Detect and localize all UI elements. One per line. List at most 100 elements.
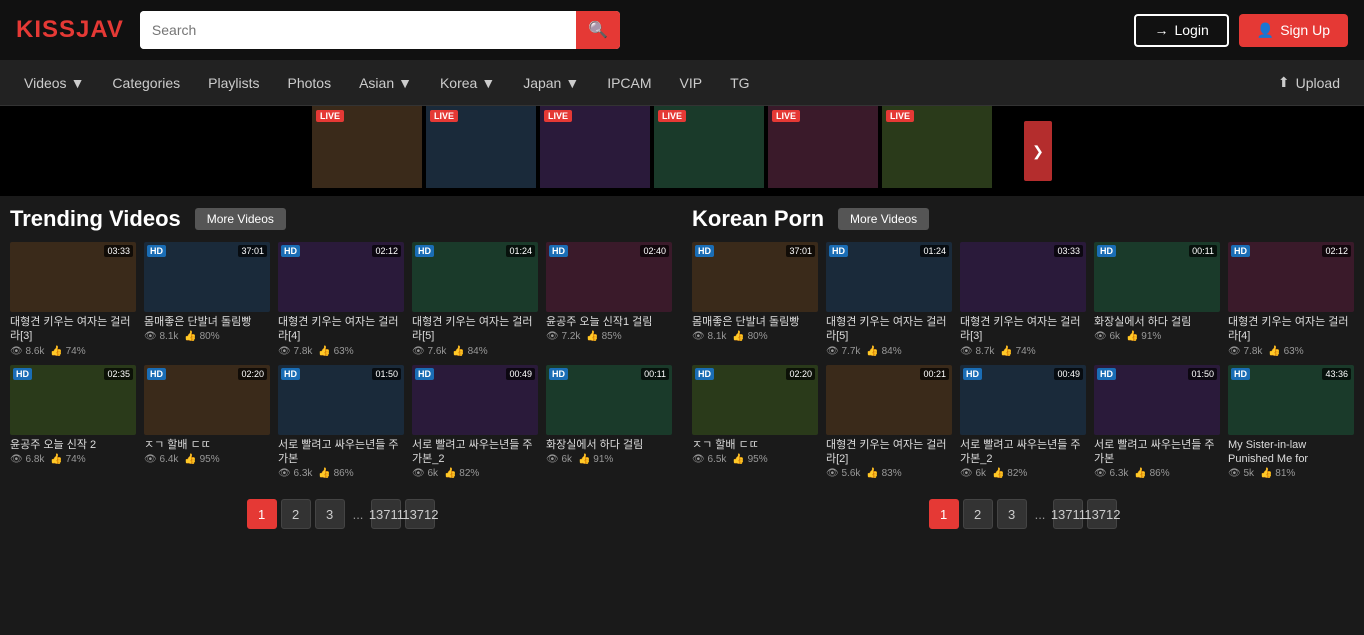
video-card[interactable]: HD 02:12 대형견 키우는 여자는 걸러라[4] 👁 7.8k 👍 63% (278, 242, 404, 357)
video-meta: 👁 5k 👍 81% (1228, 468, 1354, 479)
like-rate: 👍 81% (1260, 468, 1295, 479)
video-card[interactable]: HD 02:12 대형견 키우는 여자는 걸러라[4] 👁 7.8k 👍 63% (1228, 242, 1354, 357)
banner-thumb-4[interactable]: LIVE (654, 106, 764, 188)
login-label: Login (1174, 22, 1208, 38)
video-card[interactable]: HD 02:20 ㅈㄱ 할배 ㄷㄸ 👁 6.5k 👍 95% (692, 365, 818, 480)
nav-item-photos[interactable]: Photos (273, 60, 345, 106)
duration-badge: 02:20 (786, 368, 815, 380)
page-button[interactable]: 1 (247, 499, 277, 529)
search-input[interactable] (140, 11, 576, 49)
logo-jav: JAV (76, 16, 124, 43)
page-button[interactable]: 2 (963, 499, 993, 529)
banner-thumb-6[interactable]: LIVE (882, 106, 992, 188)
video-card[interactable]: HD 37:01 몸매좋은 단발녀 돌림빵 👁 8.1k 👍 80% (144, 242, 270, 357)
banner-thumb-2[interactable]: LIVE (426, 106, 536, 188)
video-card[interactable]: 03:33 대형견 키우는 여자는 걸러라[3] 👁 8.7k 👍 74% (960, 242, 1086, 357)
view-count: 👁 6k (412, 468, 438, 479)
video-title: 화장실에서 하다 걸림 (546, 438, 672, 452)
view-count: 👁 6.8k (10, 454, 44, 465)
video-card[interactable]: HD 02:20 ㅈㄱ 할배 ㄷㄸ 👁 6.4k 👍 95% (144, 365, 270, 480)
like-rate: 👍 95% (732, 454, 767, 465)
video-title: 몸매좋은 단발녀 돌림빵 (692, 315, 818, 329)
hd-badge: HD (281, 245, 300, 257)
nav-item-japan[interactable]: Japan ▼ (509, 60, 593, 106)
page-button[interactable]: 13712 (405, 499, 435, 529)
video-card[interactable]: HD 00:49 서로 빨려고 싸우는년들 주가본_2 👁 6k 👍 82% (960, 365, 1086, 480)
view-count: 👁 6k (1094, 331, 1120, 342)
banner-thumb-5[interactable]: LIVE (768, 106, 878, 188)
video-card[interactable]: HD 01:50 서로 빨려고 싸우는년들 주가본 👁 6.3k 👍 86% (1094, 365, 1220, 480)
duration-badge: 03:33 (1054, 245, 1083, 257)
hd-badge: HD (549, 368, 568, 380)
video-meta: 👁 5.6k 👍 83% (826, 468, 952, 479)
video-card[interactable]: HD 37:01 몸매좋은 단발녀 돌림빵 👁 8.1k 👍 80% (692, 242, 818, 357)
trending-more-button[interactable]: More Videos (195, 208, 286, 230)
page-button[interactable]: 2 (281, 499, 311, 529)
video-title: 대형견 키우는 여자는 걸러라[4] (1228, 315, 1354, 344)
video-card[interactable]: HD 00:11 화장실에서 하다 걸림 👁 6k 👍 91% (1094, 242, 1220, 357)
page-button[interactable]: 1 (929, 499, 959, 529)
upload-button[interactable]: ⬆ Upload (1264, 74, 1354, 91)
view-count: 👁 6.3k (1094, 468, 1128, 479)
logo-kiss: KISS (16, 16, 76, 43)
video-title: 서로 빨려고 싸우는년들 주가본_2 (960, 438, 1086, 467)
login-button[interactable]: → Login (1134, 14, 1228, 47)
video-card[interactable]: HD 01:50 서로 빨려고 싸우는년들 주가본 👁 6.3k 👍 86% (278, 365, 404, 480)
live-badge: LIVE (430, 110, 458, 122)
chevron-down-icon: ▼ (565, 75, 579, 91)
video-title: 대형견 키우는 여자는 걸러라[3] (960, 315, 1086, 344)
korean-title: Korean Porn (692, 206, 824, 232)
nav-item-categories[interactable]: Categories (98, 60, 194, 106)
video-card[interactable]: HD 43:36 My Sister-in-law Punished Me fo… (1228, 365, 1354, 480)
header: KISSJAV 🔍 → Login 👤 Sign Up (0, 0, 1364, 60)
video-card[interactable]: HD 02:35 윤공주 오늘 신작 2 👁 6.8k 👍 74% (10, 365, 136, 480)
view-count: 👁 7.7k (826, 346, 860, 357)
nav-item-playlists[interactable]: Playlists (194, 60, 273, 106)
korean-grid: HD 37:01 몸매좋은 단발녀 돌림빵 👁 8.1k 👍 80% HD 01… (692, 242, 1354, 479)
page-button[interactable]: 13711 (1053, 499, 1083, 529)
upload-icon: ⬆ (1278, 74, 1290, 91)
search-button[interactable]: 🔍 (576, 11, 620, 49)
live-badge: LIVE (886, 110, 914, 122)
video-thumb: HD 01:50 (1094, 365, 1220, 435)
video-meta: 👁 8.7k 👍 74% (960, 346, 1086, 357)
page-button[interactable]: 13711 (371, 499, 401, 529)
banner-thumb-1[interactable]: LIVE (312, 106, 422, 188)
nav-item-vip[interactable]: VIP (666, 60, 717, 106)
page-button[interactable]: 13712 (1087, 499, 1117, 529)
duration-badge: 02:40 (640, 245, 669, 257)
video-title: ㅈㄱ 할배 ㄷㄸ (692, 438, 818, 452)
view-count: 👁 5k (1228, 468, 1254, 479)
page-button[interactable]: 3 (315, 499, 345, 529)
video-title: 서로 빨려고 싸우는년들 주가본 (1094, 438, 1220, 467)
like-rate: 👍 82% (444, 468, 479, 479)
nav-item-tg[interactable]: TG (716, 60, 763, 106)
korean-more-button[interactable]: More Videos (838, 208, 929, 230)
banner: LIVE LIVE LIVE LIVE LIVE LIVE ❯ (0, 106, 1364, 196)
video-meta: 👁 6.5k 👍 95% (692, 454, 818, 465)
video-card[interactable]: 03:33 대형견 키우는 여자는 걸러라[3] 👁 8.6k 👍 74% (10, 242, 136, 357)
live-badge: LIVE (316, 110, 344, 122)
banner-next-button[interactable]: ❯ (1024, 121, 1052, 181)
video-card[interactable]: HD 02:40 윤공주 오늘 신작1 걸림 👁 7.2k 👍 85% (546, 242, 672, 357)
page-button[interactable]: 3 (997, 499, 1027, 529)
video-card[interactable]: HD 00:49 서로 빨려고 싸우는년들 주가본_2 👁 6k 👍 82% (412, 365, 538, 480)
view-count: 👁 6k (960, 468, 986, 479)
view-count: 👁 6.3k (278, 468, 312, 479)
video-card[interactable]: HD 01:24 대형견 키우는 여자는 걸러라[5] 👁 7.7k 👍 84% (826, 242, 952, 357)
trending-title: Trending Videos (10, 206, 181, 232)
banner-thumb-3[interactable]: LIVE (540, 106, 650, 188)
video-card[interactable]: HD 00:11 화장실에서 하다 걸림 👁 6k 👍 91% (546, 365, 672, 480)
like-rate: 👍 84% (866, 346, 901, 357)
nav-item-asian[interactable]: Asian ▼ (345, 60, 426, 106)
video-thumb: HD 01:24 (412, 242, 538, 312)
nav-item-videos[interactable]: Videos ▼ (10, 60, 98, 106)
video-card[interactable]: 00:21 대형견 키우는 여자는 걸러라[2] 👁 5.6k 👍 83% (826, 365, 952, 480)
nav-item-korea[interactable]: Korea ▼ (426, 60, 509, 106)
logo[interactable]: KISSJAV (16, 16, 124, 44)
video-card[interactable]: HD 01:24 대형견 키우는 여자는 걸러라[5] 👁 7.6k 👍 84% (412, 242, 538, 357)
video-meta: 👁 7.8k 👍 63% (1228, 346, 1354, 357)
signup-button[interactable]: 👤 Sign Up (1239, 14, 1348, 47)
nav-item-ipcam[interactable]: IPCAM (593, 60, 665, 106)
like-rate: 👍 86% (318, 468, 353, 479)
